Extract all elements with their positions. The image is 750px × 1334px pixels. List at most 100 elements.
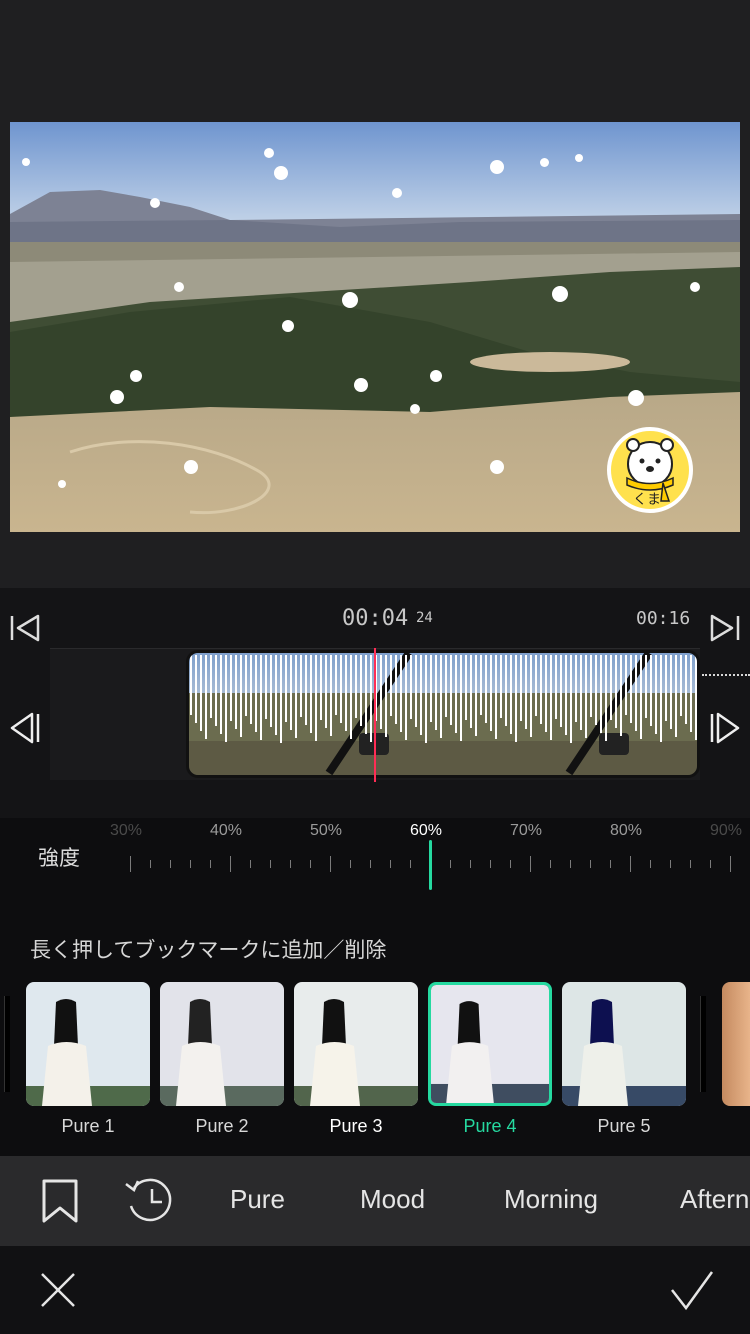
intensity-tick [470, 860, 471, 868]
filter-item[interactable]: Pure 5 [562, 982, 686, 1136]
intensity-tick [650, 860, 651, 868]
video-clip[interactable] [186, 650, 700, 778]
intensity-tick [130, 856, 131, 872]
snow-particle [690, 282, 700, 292]
history-icon[interactable] [122, 1176, 178, 1226]
intensity-label: 強度 [38, 847, 80, 870]
skip-to-start-icon[interactable] [6, 608, 46, 648]
bookmark-icon[interactable] [40, 1178, 80, 1224]
filter-strip[interactable]: Pure 1 Pure 2 Pure 3 Pure 4 Pure 5 [0, 978, 750, 1156]
clip-thumbnails [189, 653, 697, 775]
intensity-tick [410, 860, 411, 868]
intensity-scale-label: 80% [610, 822, 643, 839]
intensity-tick [150, 860, 151, 868]
close-icon[interactable] [38, 1270, 78, 1310]
snow-particle [410, 404, 420, 414]
filter-group-divider [700, 996, 706, 1092]
filter-label: Pure 5 [597, 1116, 651, 1136]
filter-group-divider [4, 996, 10, 1092]
filter-label: Pure 3 [329, 1116, 383, 1136]
filter-label: Pure 1 [61, 1116, 115, 1136]
intensity-control: 強度 30% 40% 50% 60% 70% 80% 90% [0, 818, 750, 918]
intensity-tick [730, 856, 731, 872]
snow-particle [22, 158, 30, 166]
snow-particle [110, 390, 124, 404]
snow-particle [490, 160, 504, 174]
intensity-scale-label: 90% [710, 822, 743, 839]
intensity-tick [570, 860, 571, 868]
previous-frame-icon[interactable] [6, 708, 46, 748]
intensity-tick [690, 860, 691, 868]
snow-particle [490, 460, 504, 474]
intensity-tick [210, 860, 211, 868]
track-end-line [702, 674, 750, 676]
snow-particle [130, 370, 142, 382]
snow-particle [282, 320, 294, 332]
hint-text: 長く押してブックマークに追加／削除 [30, 939, 387, 962]
bookmark-hint: 長く押してブックマークに追加／削除 [0, 918, 750, 978]
filter-thumbnail [562, 982, 686, 1106]
snow-particle [58, 480, 66, 488]
snow-particle [392, 188, 402, 198]
intensity-tick [530, 856, 531, 872]
filter-item-selected[interactable]: Pure 4 [428, 982, 552, 1136]
next-filter-group-preview[interactable] [722, 982, 750, 1106]
snow-particle [430, 370, 442, 382]
filter-label: Pure 2 [195, 1116, 249, 1136]
intensity-slider-handle[interactable] [429, 840, 432, 890]
video-preview[interactable]: くま [10, 122, 740, 532]
intensity-tick [230, 856, 231, 872]
intensity-tick [670, 860, 671, 868]
intensity-tick [350, 860, 351, 868]
intensity-tick [370, 860, 371, 868]
video-preview-area: くま [0, 0, 750, 588]
intensity-tick [630, 856, 631, 872]
check-icon[interactable] [668, 1268, 716, 1312]
snow-particle [540, 158, 549, 167]
filter-item[interactable]: Pure 1 [26, 982, 150, 1136]
snow-particle [184, 460, 198, 474]
mascot-label: くま [633, 492, 661, 508]
snow-particle [274, 166, 288, 180]
intensity-tick [330, 856, 331, 872]
filter-thumbnail [428, 982, 552, 1106]
bottom-action-bar [0, 1246, 750, 1334]
intensity-tick [710, 860, 711, 868]
intensity-tick [310, 860, 311, 868]
filter-item[interactable]: Pure 2 [160, 982, 284, 1136]
snow-particle [342, 292, 358, 308]
snow-particle [628, 390, 644, 406]
intensity-scale-label: 40% [210, 822, 243, 839]
next-frame-icon[interactable] [704, 708, 744, 748]
intensity-scale-label: 60% [410, 822, 443, 839]
snow-particle [354, 378, 368, 392]
snow-particle [150, 198, 160, 208]
timeline-panel: 00:04 24 00:16 [0, 588, 750, 818]
filter-thumbnail [160, 982, 284, 1106]
filter-item[interactable]: Pure 3 [294, 982, 418, 1136]
skip-to-end-icon[interactable] [704, 608, 744, 648]
intensity-tick [250, 860, 251, 868]
filter-thumbnail [26, 982, 150, 1106]
bear-mascot-logo: くま [607, 427, 693, 513]
intensity-tick [590, 860, 591, 868]
intensity-tick [610, 860, 611, 868]
intensity-tick [270, 860, 271, 868]
filter-label: Pure 4 [463, 1116, 517, 1136]
category-morning[interactable]: Morning [504, 1184, 598, 1215]
intensity-tick [290, 860, 291, 868]
category-pure[interactable]: Pure [230, 1184, 285, 1215]
snow-particle [174, 282, 184, 292]
intensity-scale-label: 50% [310, 822, 343, 839]
intensity-tick [490, 860, 491, 868]
snow-particle [552, 286, 568, 302]
intensity-tick [550, 860, 551, 868]
total-time: 00:16 [636, 608, 691, 629]
snow-particle [575, 154, 583, 162]
intensity-tick [510, 860, 511, 868]
intensity-scale-label: 30% [110, 822, 143, 839]
category-afternoon[interactable]: Aftern [680, 1184, 749, 1215]
category-mood[interactable]: Mood [360, 1184, 425, 1215]
playhead[interactable] [374, 648, 376, 782]
snow-particle [264, 148, 274, 158]
